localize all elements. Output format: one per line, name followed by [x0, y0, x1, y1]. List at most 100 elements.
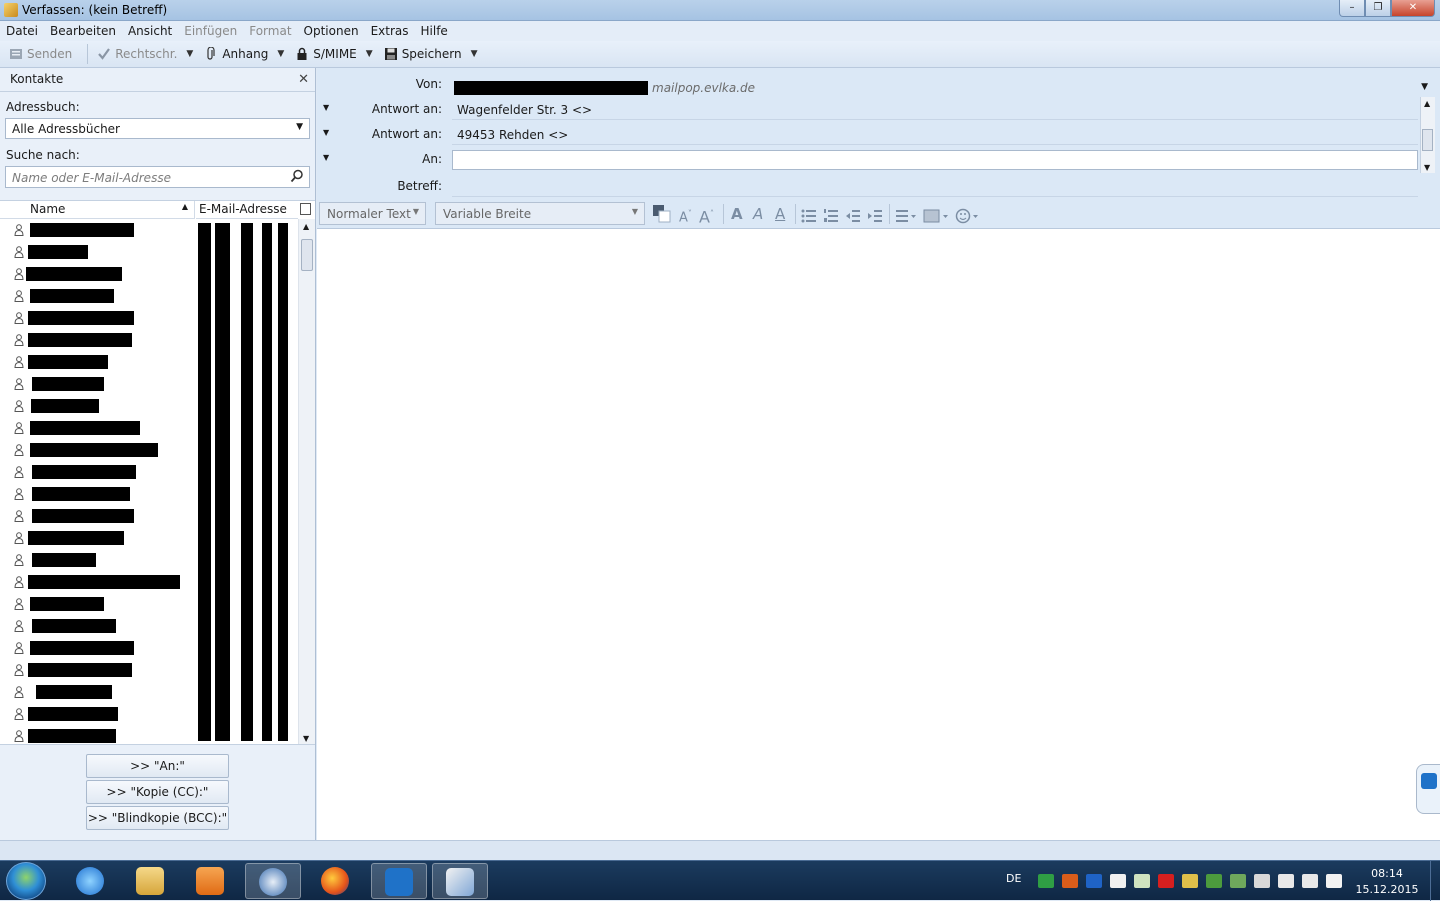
- from-dropdown-icon[interactable]: ▼: [1421, 82, 1428, 92]
- search-icon[interactable]: [290, 169, 304, 183]
- tray-network-icon[interactable]: [1254, 874, 1270, 888]
- smiley-icon[interactable]: [955, 206, 981, 226]
- indent-icon[interactable]: [867, 206, 883, 226]
- attach-dropdown-icon[interactable]: ▼: [277, 49, 284, 59]
- contact-row[interactable]: [0, 681, 298, 703]
- tray-app-icon[interactable]: [1086, 874, 1102, 888]
- minimize-button[interactable]: –: [1339, 0, 1365, 17]
- font-smaller-icon[interactable]: A˅: [679, 204, 692, 225]
- contact-row[interactable]: [0, 615, 298, 637]
- paragraph-style-select[interactable]: Normaler Text ▼: [319, 202, 426, 225]
- numbered-list-icon[interactable]: [823, 206, 839, 226]
- send-button[interactable]: Senden: [6, 43, 75, 65]
- underline-icon[interactable]: A: [775, 204, 785, 224]
- start-button[interactable]: [6, 862, 46, 900]
- contact-row[interactable]: [0, 571, 298, 593]
- contact-row[interactable]: [0, 263, 298, 285]
- contact-row[interactable]: [0, 549, 298, 571]
- show-desktop-button[interactable]: [1430, 861, 1440, 901]
- contact-row[interactable]: [0, 307, 298, 329]
- contact-row[interactable]: [0, 241, 298, 263]
- menu-hilfe[interactable]: Hilfe: [421, 24, 448, 38]
- contact-row[interactable]: [0, 395, 298, 417]
- to-label[interactable]: An:: [422, 152, 442, 166]
- outdent-icon[interactable]: [845, 206, 861, 226]
- contact-row[interactable]: [0, 637, 298, 659]
- taskbar-explorer[interactable]: [123, 863, 179, 899]
- contact-row[interactable]: [0, 219, 298, 241]
- contact-row[interactable]: [0, 373, 298, 395]
- save-button[interactable]: Speichern: [381, 43, 465, 65]
- text-color-icon[interactable]: [652, 204, 672, 224]
- system-clock[interactable]: 08:14 15.12.2015: [1352, 866, 1422, 898]
- scroll-up-icon[interactable]: ▲: [303, 222, 309, 231]
- contact-search-input[interactable]: [10, 168, 280, 187]
- tray-app-icon[interactable]: [1038, 874, 1054, 888]
- address-type-dropdown-icon[interactable]: ▼: [323, 128, 329, 137]
- add-cc-button[interactable]: >> "Kopie (CC):": [86, 780, 229, 804]
- contact-list-scrollbar[interactable]: ▲ ▼: [298, 219, 315, 744]
- scroll-down-icon[interactable]: ▼: [1424, 163, 1430, 172]
- taskbar-firefox[interactable]: [308, 863, 364, 899]
- contact-row[interactable]: [0, 285, 298, 307]
- align-icon[interactable]: [895, 206, 917, 226]
- menu-format[interactable]: Format: [249, 24, 291, 38]
- tray-windows-icon[interactable]: [1110, 874, 1126, 888]
- contact-row[interactable]: [0, 703, 298, 725]
- address-type-dropdown-icon[interactable]: ▼: [323, 153, 329, 162]
- attach-button[interactable]: Anhang: [201, 43, 271, 65]
- volume-icon[interactable]: [1302, 874, 1318, 888]
- spellcheck-button[interactable]: Rechtschr.: [94, 43, 180, 65]
- tray-app-icon[interactable]: [1206, 874, 1222, 888]
- smime-button[interactable]: S/MIME: [292, 43, 360, 65]
- taskbar-internet-explorer[interactable]: [63, 863, 119, 899]
- save-dropdown-icon[interactable]: ▼: [471, 49, 478, 59]
- contact-row[interactable]: [0, 527, 298, 549]
- tray-app-icon[interactable]: [1062, 874, 1078, 888]
- scrollbar-thumb[interactable]: [1422, 129, 1433, 151]
- menu-einfuegen[interactable]: Einfügen: [184, 24, 237, 38]
- subject-field[interactable]: [452, 177, 1418, 197]
- contact-row[interactable]: [0, 439, 298, 461]
- contact-row[interactable]: [0, 593, 298, 615]
- reply-to-field[interactable]: 49453 Rehden <>: [452, 125, 1418, 145]
- taskbar-teamviewer[interactable]: [371, 863, 427, 899]
- tray-app-icon[interactable]: [1182, 874, 1198, 888]
- contact-row[interactable]: [0, 505, 298, 527]
- add-bcc-button[interactable]: >> "Blindkopie (BCC):": [86, 806, 229, 830]
- menu-datei[interactable]: Datei: [6, 24, 38, 38]
- action-center-flag-icon[interactable]: [1326, 874, 1342, 888]
- scrollbar-thumb[interactable]: [301, 239, 313, 271]
- contact-row[interactable]: [0, 725, 298, 744]
- tray-app-icon[interactable]: [1278, 874, 1294, 888]
- address-type-dropdown-icon[interactable]: ▼: [323, 103, 329, 112]
- recipients-scrollbar[interactable]: ▲ ▼: [1420, 97, 1435, 173]
- insert-image-icon[interactable]: [923, 206, 949, 226]
- taskbar-paint[interactable]: [432, 863, 488, 899]
- maximize-button[interactable]: ❐: [1365, 0, 1391, 17]
- address-book-select[interactable]: Alle Adressbücher ▼: [5, 118, 310, 139]
- tray-app-icon[interactable]: [1230, 874, 1246, 888]
- reply-to-label[interactable]: Antwort an:: [372, 127, 442, 141]
- teamviewer-tab[interactable]: [1416, 764, 1440, 814]
- menu-extras[interactable]: Extras: [371, 24, 409, 38]
- spellcheck-dropdown-icon[interactable]: ▼: [186, 49, 193, 59]
- italic-icon[interactable]: A: [753, 204, 763, 224]
- scroll-up-icon[interactable]: ▲: [1424, 99, 1430, 108]
- close-button[interactable]: ✕: [1391, 0, 1435, 17]
- contact-row[interactable]: [0, 483, 298, 505]
- add-to-button[interactable]: >> "An:": [86, 754, 229, 778]
- tray-acrobat-icon[interactable]: [1158, 874, 1174, 888]
- message-body-editor[interactable]: [317, 229, 1440, 840]
- smime-dropdown-icon[interactable]: ▼: [366, 49, 373, 59]
- contact-row[interactable]: [0, 351, 298, 373]
- taskbar-thunderbird[interactable]: [245, 863, 301, 899]
- bullet-list-icon[interactable]: [801, 206, 817, 226]
- column-picker-icon[interactable]: [300, 203, 311, 215]
- menu-bearbeiten[interactable]: Bearbeiten: [50, 24, 116, 38]
- reply-to-field[interactable]: Wagenfelder Str. 3 <>: [452, 100, 1418, 120]
- taskbar-media-player[interactable]: [183, 863, 239, 899]
- sidebar-close-icon[interactable]: ✕: [298, 72, 309, 87]
- contact-row[interactable]: [0, 461, 298, 483]
- menu-ansicht[interactable]: Ansicht: [128, 24, 172, 38]
